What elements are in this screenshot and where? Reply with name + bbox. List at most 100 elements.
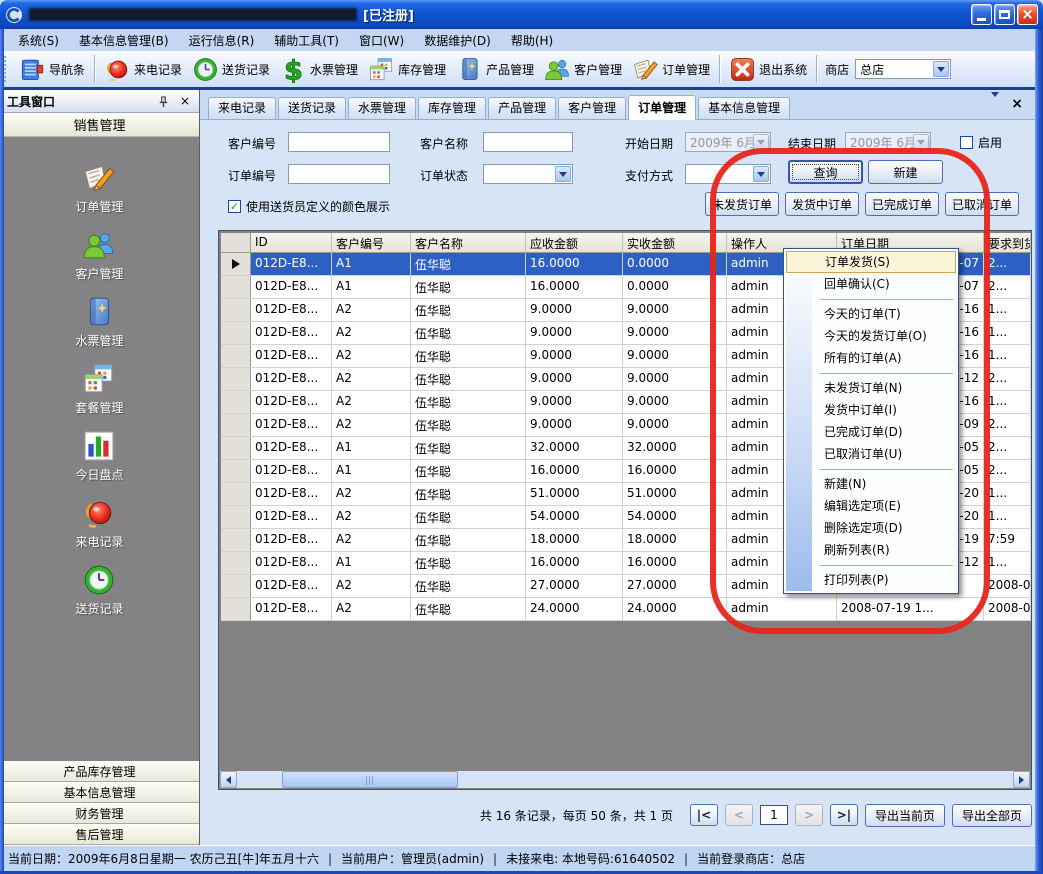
- toolbar-button-4[interactable]: 库存管理: [363, 54, 451, 85]
- context-menu-item-7[interactable]: 未发货订单(N): [786, 377, 956, 399]
- sidebar-item-6[interactable]: 送货记录: [75, 563, 123, 617]
- sidebar-item-5[interactable]: 来电记录: [75, 496, 123, 550]
- column-header-4[interactable]: 实收金额: [623, 233, 727, 252]
- toolbar-button-3[interactable]: 水票管理: [275, 54, 363, 85]
- chevron-down-icon[interactable]: [753, 134, 769, 150]
- context-menu-item-8[interactable]: 发货中订单(I): [786, 399, 956, 421]
- context-menu-item-10[interactable]: 已取消订单(U): [786, 443, 956, 465]
- customer-no-input[interactable]: [288, 132, 390, 152]
- tab-close-icon[interactable]: ×: [1011, 98, 1023, 110]
- row-selector-cell[interactable]: [221, 414, 251, 436]
- row-selector-cell[interactable]: [221, 391, 251, 413]
- chevron-down-icon[interactable]: [933, 61, 949, 77]
- row-selector-cell[interactable]: [221, 483, 251, 505]
- scrollbar-thumb[interactable]: [282, 771, 458, 788]
- scrollbar-track[interactable]: [237, 771, 1013, 788]
- pay-method-select[interactable]: [685, 164, 771, 184]
- menu-item-2[interactable]: 运行信息(R): [179, 30, 265, 51]
- toolbar-button-2[interactable]: 送货记录: [187, 54, 275, 85]
- query-button[interactable]: 查询: [788, 160, 863, 184]
- context-menu-item-9[interactable]: 已完成订单(D): [786, 421, 956, 443]
- enable-checkbox[interactable]: [960, 136, 973, 149]
- status-filter-button-2[interactable]: 已完成订单: [865, 192, 939, 216]
- status-filter-button-0[interactable]: 未发货订单: [705, 192, 779, 216]
- tab-list-dropdown-icon[interactable]: [991, 97, 999, 111]
- new-button[interactable]: 新建: [868, 160, 943, 184]
- last-page-button[interactable]: >|: [830, 804, 858, 826]
- toolbar-button-6[interactable]: 客户管理: [539, 54, 627, 85]
- sidebar-close-icon[interactable]: ×: [178, 94, 192, 108]
- sidebar-group-sales[interactable]: 销售管理: [0, 113, 199, 137]
- toolbar-button-0[interactable]: 导航条: [14, 54, 90, 85]
- menu-item-3[interactable]: 辅助工具(T): [264, 30, 349, 51]
- row-selector-cell[interactable]: [221, 552, 251, 574]
- row-selector-cell[interactable]: [221, 253, 251, 275]
- page-number-input[interactable]: 1: [760, 805, 788, 825]
- status-filter-button-3[interactable]: 已取消订单: [945, 192, 1019, 216]
- column-header-7[interactable]: 要求到货日期: [984, 233, 1031, 252]
- sidebar-group-0[interactable]: 产品库存管理: [0, 761, 199, 782]
- column-header-3[interactable]: 应收金额: [526, 233, 623, 252]
- menu-item-0[interactable]: 系统(S): [8, 30, 69, 51]
- row-selector-cell[interactable]: [221, 368, 251, 390]
- scroll-right-icon[interactable]: [1013, 771, 1030, 788]
- column-header-1[interactable]: 客户编号: [332, 233, 411, 252]
- column-header-2[interactable]: 客户名称: [411, 233, 526, 252]
- menu-item-6[interactable]: 帮助(H): [501, 30, 563, 51]
- sidebar-group-3[interactable]: 售后管理: [0, 824, 199, 845]
- chevron-down-icon[interactable]: [555, 166, 571, 182]
- shop-combobox[interactable]: 总店: [855, 59, 951, 79]
- row-selector-cell[interactable]: [221, 299, 251, 321]
- first-page-button[interactable]: |<: [690, 804, 718, 826]
- tab-1[interactable]: 送货记录: [278, 97, 346, 119]
- row-selector-cell[interactable]: [221, 322, 251, 344]
- sidebar-item-3[interactable]: 套餐管理: [75, 362, 123, 416]
- sidebar-group-1[interactable]: 基本信息管理: [0, 782, 199, 803]
- column-header-0[interactable]: ID: [251, 233, 332, 252]
- scroll-left-icon[interactable]: [220, 771, 237, 788]
- tab-7[interactable]: 基本信息管理: [698, 97, 790, 119]
- table-row[interactable]: 012D-E8...A2伍华聪24.000024.0000admin2008-0…: [221, 598, 1031, 621]
- prev-page-button[interactable]: <: [725, 804, 753, 826]
- minimize-button[interactable]: [971, 4, 992, 25]
- row-selector-cell[interactable]: [221, 437, 251, 459]
- context-menu-item-15[interactable]: 刷新列表(R): [786, 539, 956, 561]
- row-selector-cell[interactable]: [221, 460, 251, 482]
- row-selector-cell[interactable]: [221, 276, 251, 298]
- pin-icon[interactable]: [156, 94, 170, 108]
- tab-6[interactable]: 订单管理: [628, 95, 696, 120]
- tab-5[interactable]: 客户管理: [558, 97, 626, 119]
- maximize-button[interactable]: [994, 4, 1015, 25]
- tab-4[interactable]: 产品管理: [488, 97, 556, 119]
- close-button[interactable]: ×: [1017, 4, 1038, 25]
- status-filter-button-1[interactable]: 发货中订单: [785, 192, 859, 216]
- tab-3[interactable]: 库存管理: [418, 97, 486, 119]
- sidebar-item-1[interactable]: 客户管理: [75, 228, 123, 282]
- tab-0[interactable]: 来电记录: [208, 97, 276, 119]
- menu-item-4[interactable]: 窗口(W): [349, 30, 414, 51]
- sidebar-item-2[interactable]: 水票管理: [75, 295, 123, 349]
- start-date-picker[interactable]: 2009年 6月 8日: [685, 132, 771, 152]
- context-menu-item-0[interactable]: 订单发货(S): [786, 251, 956, 273]
- row-selector-cell[interactable]: [221, 529, 251, 551]
- next-page-button[interactable]: >: [795, 804, 823, 826]
- horizontal-scrollbar[interactable]: [220, 771, 1030, 788]
- tab-2[interactable]: 水票管理: [348, 97, 416, 119]
- row-selector-cell[interactable]: [221, 575, 251, 597]
- context-menu-item-12[interactable]: 新建(N): [786, 473, 956, 495]
- context-menu-item-13[interactable]: 编辑选定项(E): [786, 495, 956, 517]
- row-selector-cell[interactable]: [221, 345, 251, 367]
- row-selector-cell[interactable]: [221, 598, 251, 620]
- context-menu-item-3[interactable]: 今天的订单(T): [786, 303, 956, 325]
- order-no-input[interactable]: [288, 164, 390, 184]
- context-menu-item-1[interactable]: 回单确认(C): [786, 273, 956, 295]
- customer-name-input[interactable]: [483, 132, 573, 152]
- sidebar-item-4[interactable]: 今日盘点: [75, 429, 123, 483]
- context-menu-item-4[interactable]: 今天的发货订单(O): [786, 325, 956, 347]
- context-menu-item-17[interactable]: 打印列表(P): [786, 569, 956, 591]
- export-all-pages-button[interactable]: 导出全部页: [952, 804, 1032, 827]
- context-menu-item-5[interactable]: 所有的订单(A): [786, 347, 956, 369]
- chevron-down-icon[interactable]: [753, 166, 769, 182]
- end-date-picker[interactable]: 2009年 6月 8日: [845, 132, 931, 152]
- row-selector-cell[interactable]: [221, 506, 251, 528]
